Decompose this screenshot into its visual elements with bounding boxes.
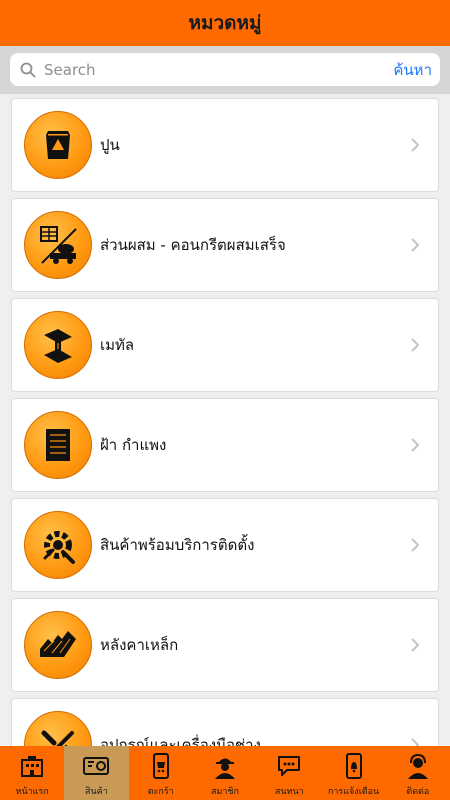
tab-cart[interactable]: ตะกร้า xyxy=(129,746,193,800)
tab-products[interactable]: สินค้า xyxy=(64,746,129,800)
header-bar: หมวดหมู่ xyxy=(0,0,450,46)
category-label: ฝ้า กำแพง xyxy=(100,436,167,454)
category-label: อุปกรณ์และเครื่องมือช่าง xyxy=(100,736,261,746)
chevron-right-icon xyxy=(408,638,422,652)
contact-support-icon xyxy=(403,752,433,780)
tab-label: การแจ้งเตือน xyxy=(327,787,380,797)
tab-home[interactable]: หน้าแรก xyxy=(0,746,64,800)
tab-label: สนทนา xyxy=(274,787,304,797)
tab-notifications[interactable]: การแจ้งเตือน xyxy=(321,746,385,800)
category-label: สินค้าพร้อมบริการติดตั้ง xyxy=(100,536,255,554)
search-area: ค้นหา xyxy=(0,46,450,94)
tab-label: สินค้า xyxy=(85,787,108,797)
metal-roof-icon xyxy=(24,611,92,679)
tools-icon xyxy=(24,711,92,746)
search-input[interactable] xyxy=(44,60,388,79)
search-box[interactable]: ค้นหา xyxy=(10,53,440,86)
category-label: ส่วนผสม - คอนกรีตผสมเสร็จ xyxy=(100,236,286,254)
tab-label: ตะกร้า xyxy=(147,787,174,797)
cart-phone-icon xyxy=(146,752,176,780)
chevron-right-icon xyxy=(408,238,422,252)
products-icon xyxy=(81,752,111,780)
tab-label: หน้าแรก xyxy=(15,787,49,797)
tab-member[interactable]: สมาชิก xyxy=(193,746,257,800)
category-item-cement[interactable]: ปูน xyxy=(11,98,439,192)
tab-label: สมาชิก xyxy=(210,787,239,797)
category-item-tools[interactable]: อุปกรณ์และเครื่องมือช่าง xyxy=(11,698,439,746)
category-item-concrete-mix[interactable]: ส่วนผสม - คอนกรีตผสมเสร็จ xyxy=(11,198,439,292)
category-label: เมทัล xyxy=(100,336,135,354)
chevron-right-icon xyxy=(408,438,422,452)
notification-phone-icon xyxy=(339,752,369,780)
chevron-right-icon xyxy=(408,138,422,152)
search-icon xyxy=(18,60,38,80)
concrete-mixer-icon xyxy=(24,211,92,279)
search-button[interactable]: ค้นหา xyxy=(387,58,432,82)
chevron-right-icon xyxy=(408,338,422,352)
tab-chat[interactable]: สนทนา xyxy=(257,746,321,800)
category-label: ปูน xyxy=(100,136,120,154)
install-service-icon xyxy=(24,511,92,579)
category-item-ceiling-wall[interactable]: ฝ้า กำแพง xyxy=(11,398,439,492)
bottom-tab-bar: หน้าแรก สินค้า ตะกร้า สมาชิก สนทนา การแจ… xyxy=(0,746,450,800)
tab-label: ติดต่อ xyxy=(406,787,430,797)
chevron-right-icon xyxy=(408,538,422,552)
category-list[interactable]: ปูน ส่วนผสม - คอนกรีตผสมเสร็จ เมทัล ฝ้า … xyxy=(0,94,450,746)
category-item-metal[interactable]: เมทัล xyxy=(11,298,439,392)
chat-icon xyxy=(274,752,304,780)
chevron-right-icon xyxy=(408,738,422,746)
category-item-metal-roof[interactable]: หลังคาเหล็ก xyxy=(11,598,439,692)
category-label: หลังคาเหล็ก xyxy=(100,636,179,654)
tab-contact[interactable]: ติดต่อ xyxy=(386,746,450,800)
page-title: หมวดหมู่ xyxy=(188,12,262,34)
cement-bag-icon xyxy=(24,111,92,179)
steel-beam-icon xyxy=(24,311,92,379)
wall-panel-icon xyxy=(24,411,92,479)
category-item-install-service[interactable]: สินค้าพร้อมบริการติดตั้ง xyxy=(11,498,439,592)
member-worker-icon xyxy=(210,752,240,780)
home-building-icon xyxy=(17,752,47,780)
